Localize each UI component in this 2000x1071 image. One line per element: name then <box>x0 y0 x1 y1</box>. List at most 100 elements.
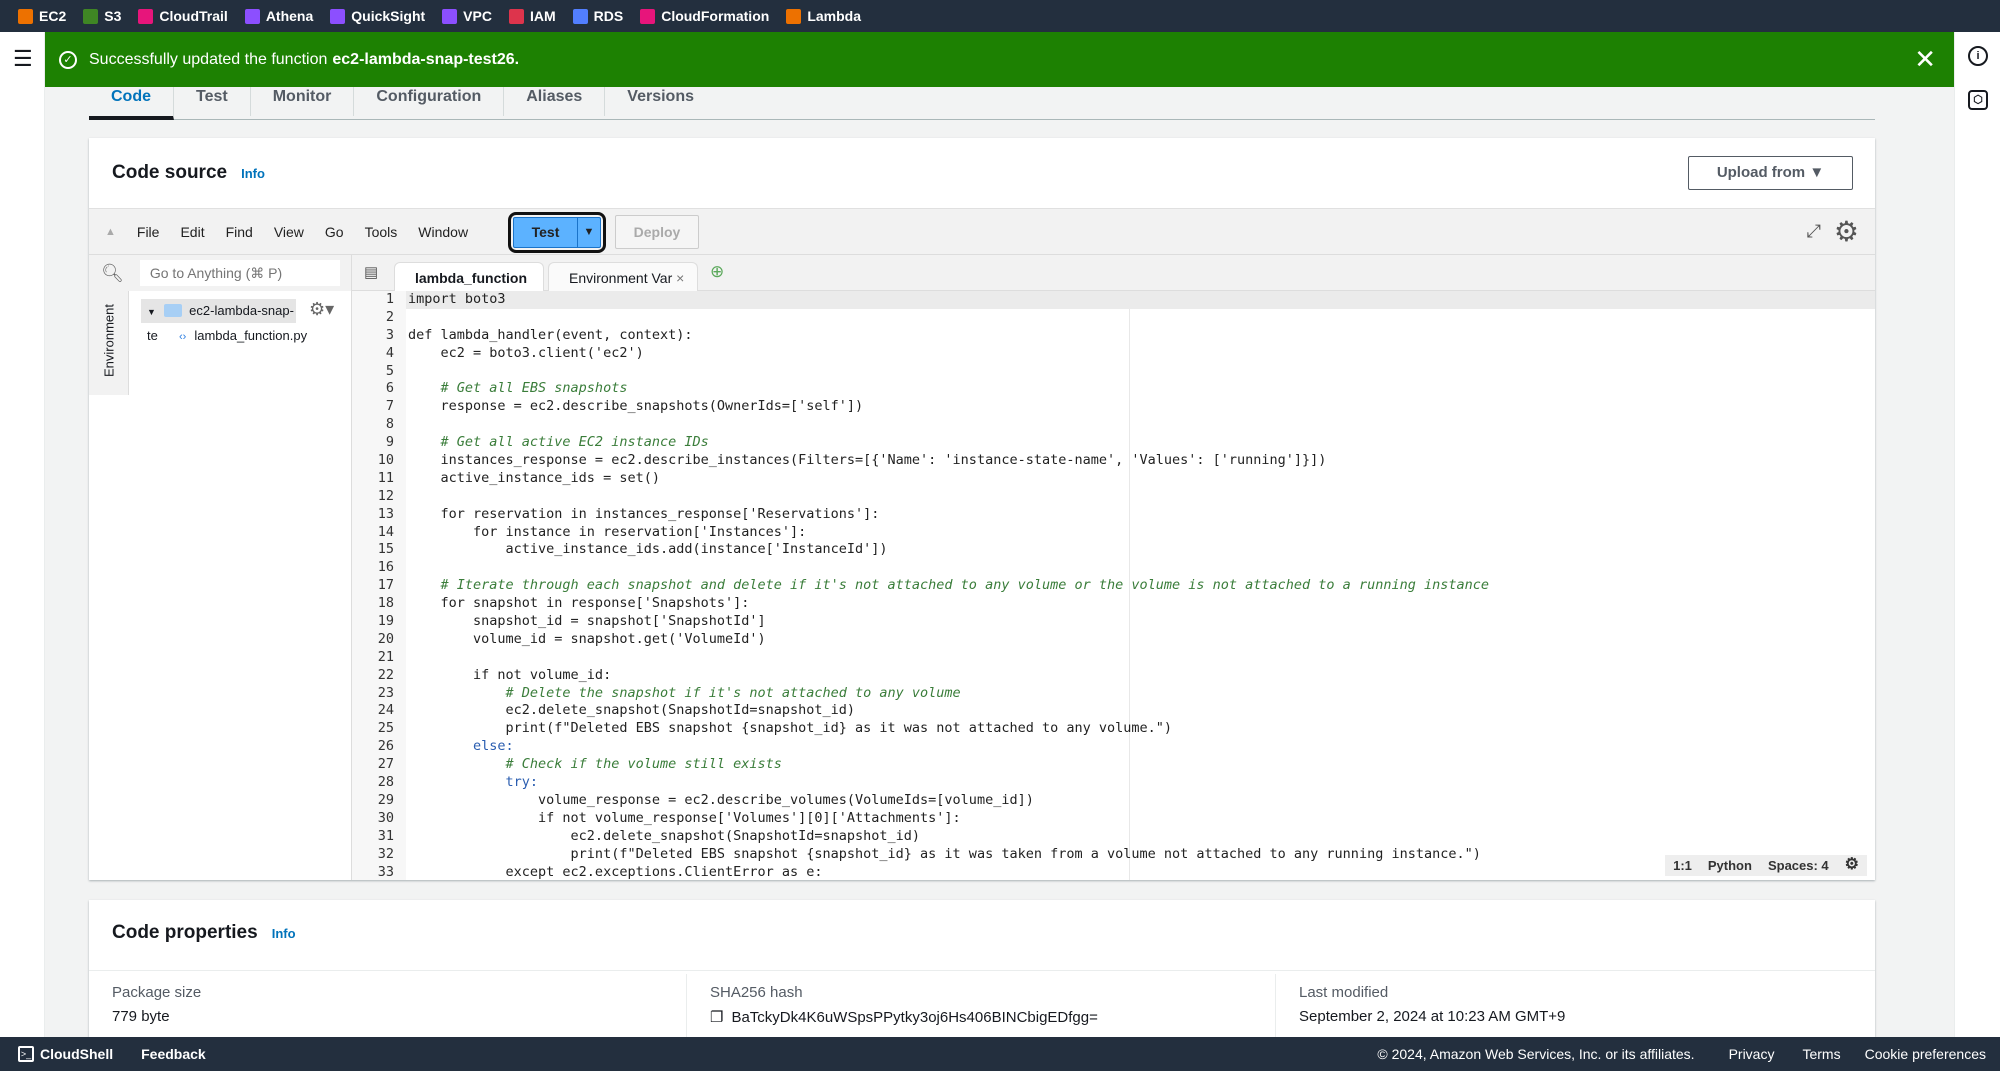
line-text: volume_id = snapshot.get('VolumeId') <box>408 630 766 647</box>
cookie-preferences-link[interactable]: Cookie preferences <box>1865 1046 1986 1062</box>
close-icon[interactable]: ✕ <box>1914 44 1936 75</box>
code-line[interactable]: 5 <box>352 362 1875 381</box>
feedback-link[interactable]: Feedback <box>141 1046 206 1062</box>
line-number: 4 <box>352 344 406 363</box>
add-tab-icon[interactable]: ⊕ <box>710 262 724 282</box>
service-quicksight[interactable]: QuickSight <box>330 8 425 24</box>
s3-icon <box>83 8 99 24</box>
tab-list-icon[interactable]: ▤ <box>364 263 378 281</box>
terms-link[interactable]: Terms <box>1802 1046 1840 1062</box>
code-line[interactable]: 22 if not volume_id: <box>352 666 1875 685</box>
code-line[interactable]: 9 # Get all active EC2 instance IDs <box>352 434 1875 453</box>
code-line[interactable]: 32 print(f"Deleted EBS snapshot {snapsho… <box>352 845 1875 864</box>
line-number: 21 <box>352 648 406 667</box>
fullscreen-icon[interactable]: ⤢ <box>1807 221 1821 242</box>
code-line[interactable]: 6 # Get all EBS snapshots <box>352 380 1875 399</box>
service-ec2[interactable]: EC2 <box>18 8 66 24</box>
code-line[interactable]: 2 <box>352 308 1875 327</box>
indent-setting[interactable]: Spaces: 4 <box>1768 858 1829 873</box>
privacy-link[interactable]: Privacy <box>1729 1046 1775 1062</box>
line-number: 8 <box>352 416 406 435</box>
code-line[interactable]: 19 snapshot_id = snapshot['SnapshotId'] <box>352 613 1875 631</box>
menu-find[interactable]: Find <box>226 224 253 240</box>
menu-edit[interactable]: Edit <box>180 224 204 240</box>
code-line[interactable]: 7 response = ec2.describe_snapshots(Owne… <box>352 398 1875 417</box>
service-cloudtrail[interactable]: CloudTrail <box>138 8 228 24</box>
code-line[interactable]: 30 if not volume_response['Volumes'][0][… <box>352 809 1875 828</box>
service-cloudformation[interactable]: CloudFormation <box>640 8 769 24</box>
tab-configuration[interactable]: Configuration <box>354 86 505 116</box>
tab-code[interactable]: Code <box>89 86 174 120</box>
code-line[interactable]: 24 ec2.delete_snapshot(SnapshotId=snapsh… <box>352 702 1875 721</box>
service-iam[interactable]: IAM <box>508 8 556 24</box>
copyright-text: © 2024, Amazon Web Services, Inc. or its… <box>1377 1046 1695 1062</box>
code-line[interactable]: 10 instances_response = ec2.describe_ins… <box>352 452 1875 470</box>
collapse-icon[interactable]: ▲ <box>105 226 116 238</box>
info-link[interactable]: Info <box>241 166 265 181</box>
folder-gear-icon[interactable]: ⚙▾ <box>309 299 334 320</box>
settings-gear-icon[interactable]: ⚙ <box>1834 215 1859 248</box>
test-dropdown-icon[interactable]: ▼ <box>578 218 600 247</box>
code-line[interactable]: 4 ec2 = boto3.client('ec2') <box>352 344 1875 363</box>
editor-tab-lambda-function[interactable]: lambda_function × <box>394 262 544 302</box>
tab-monitor[interactable]: Monitor <box>251 86 355 116</box>
code-line[interactable]: 3 def lambda_handler(event, context): <box>352 326 1875 345</box>
code-line[interactable]: 17 # Iterate through each snapshot and d… <box>352 577 1875 596</box>
tab-test[interactable]: Test <box>174 86 251 116</box>
code-line[interactable]: 23 # Delete the snapshot if it's not att… <box>352 684 1875 703</box>
code-line[interactable]: 20 volume_id = snapshot.get('VolumeId') <box>352 630 1875 649</box>
service-s3[interactable]: S3 <box>83 8 121 24</box>
code-line[interactable]: 11 active_instance_ids = set() <box>352 469 1875 488</box>
menu-go[interactable]: Go <box>325 224 344 240</box>
menu-tools[interactable]: Tools <box>365 224 398 240</box>
hexagon-icon[interactable]: ⬡ <box>1968 90 1988 110</box>
info-icon[interactable]: i <box>1968 46 1988 66</box>
code-line[interactable]: 31 ec2.delete_snapshot(SnapshotId=snapsh… <box>352 827 1875 846</box>
service-rds[interactable]: RDS <box>572 8 623 24</box>
code-editor[interactable]: ▤ lambda_function × Environment Var × ⊕ … <box>352 255 1875 880</box>
copy-icon[interactable]: ❐ <box>710 1009 723 1026</box>
go-to-anything-input[interactable] <box>139 260 340 286</box>
editor-settings-icon[interactable]: ⚙ <box>1845 857 1859 873</box>
menu-icon[interactable]: ☰ <box>13 46 33 72</box>
code-line[interactable]: 29 volume_response = ec2.describe_volume… <box>352 791 1875 810</box>
code-line[interactable]: 12 <box>352 487 1875 506</box>
code-line[interactable]: 1 import boto3 <box>352 291 1875 309</box>
tab-versions[interactable]: Versions <box>605 86 716 116</box>
file-item[interactable]: ‹› lambda_function.py <box>179 328 307 343</box>
test-button[interactable]: Test <box>514 218 578 247</box>
code-line[interactable]: 28 try: <box>352 774 1875 792</box>
code-line[interactable]: 33 except ec2.exceptions.ClientError as … <box>352 863 1875 880</box>
service-lambda[interactable]: Lambda <box>786 8 861 24</box>
line-text: snapshot_id = snapshot['SnapshotId'] <box>408 613 766 630</box>
code-line[interactable]: 27 # Check if the volume still exists <box>352 756 1875 775</box>
code-line[interactable]: 25 print(f"Deleted EBS snapshot {snapsho… <box>352 720 1875 739</box>
line-text <box>406 309 408 327</box>
code-line[interactable]: 16 <box>352 559 1875 578</box>
service-vpc[interactable]: VPC <box>442 8 492 24</box>
deploy-button[interactable]: Deploy <box>615 215 699 249</box>
code-line[interactable]: 8 <box>352 416 1875 435</box>
language-mode[interactable]: Python <box>1708 858 1752 873</box>
cloudshell-icon[interactable]: >_ <box>18 1046 34 1062</box>
service-athena[interactable]: Athena <box>244 8 313 24</box>
editor-tab-environment-variables[interactable]: Environment Var × <box>548 262 698 291</box>
tab-aliases[interactable]: Aliases <box>504 86 606 116</box>
code-line[interactable]: 21 <box>352 648 1875 667</box>
environment-tab[interactable]: Environment <box>89 291 129 395</box>
folder-item[interactable]: ▼ ec2-lambda-snap-te <box>141 299 296 343</box>
menu-window[interactable]: Window <box>418 224 468 240</box>
close-tab-icon[interactable]: × <box>676 270 684 286</box>
line-text: print(f"Deleted EBS snapshot {snapshot_i… <box>408 845 1481 862</box>
info-link[interactable]: Info <box>272 926 296 941</box>
code-line[interactable]: 26 else: <box>352 738 1875 757</box>
cloudshell-link[interactable]: CloudShell <box>40 1046 113 1062</box>
code-line[interactable]: 13 for reservation in instances_response… <box>352 505 1875 524</box>
menu-view[interactable]: View <box>274 224 304 240</box>
upload-from-button[interactable]: Upload from ▼ <box>1688 156 1853 190</box>
line-number: 13 <box>352 505 406 524</box>
menu-file[interactable]: File <box>137 224 160 240</box>
code-line[interactable]: 15 active_instance_ids.add(instance['Ins… <box>352 541 1875 560</box>
code-line[interactable]: 18 for snapshot in response['Snapshots']… <box>352 595 1875 614</box>
code-line[interactable]: 14 for instance in reservation['Instance… <box>352 523 1875 542</box>
